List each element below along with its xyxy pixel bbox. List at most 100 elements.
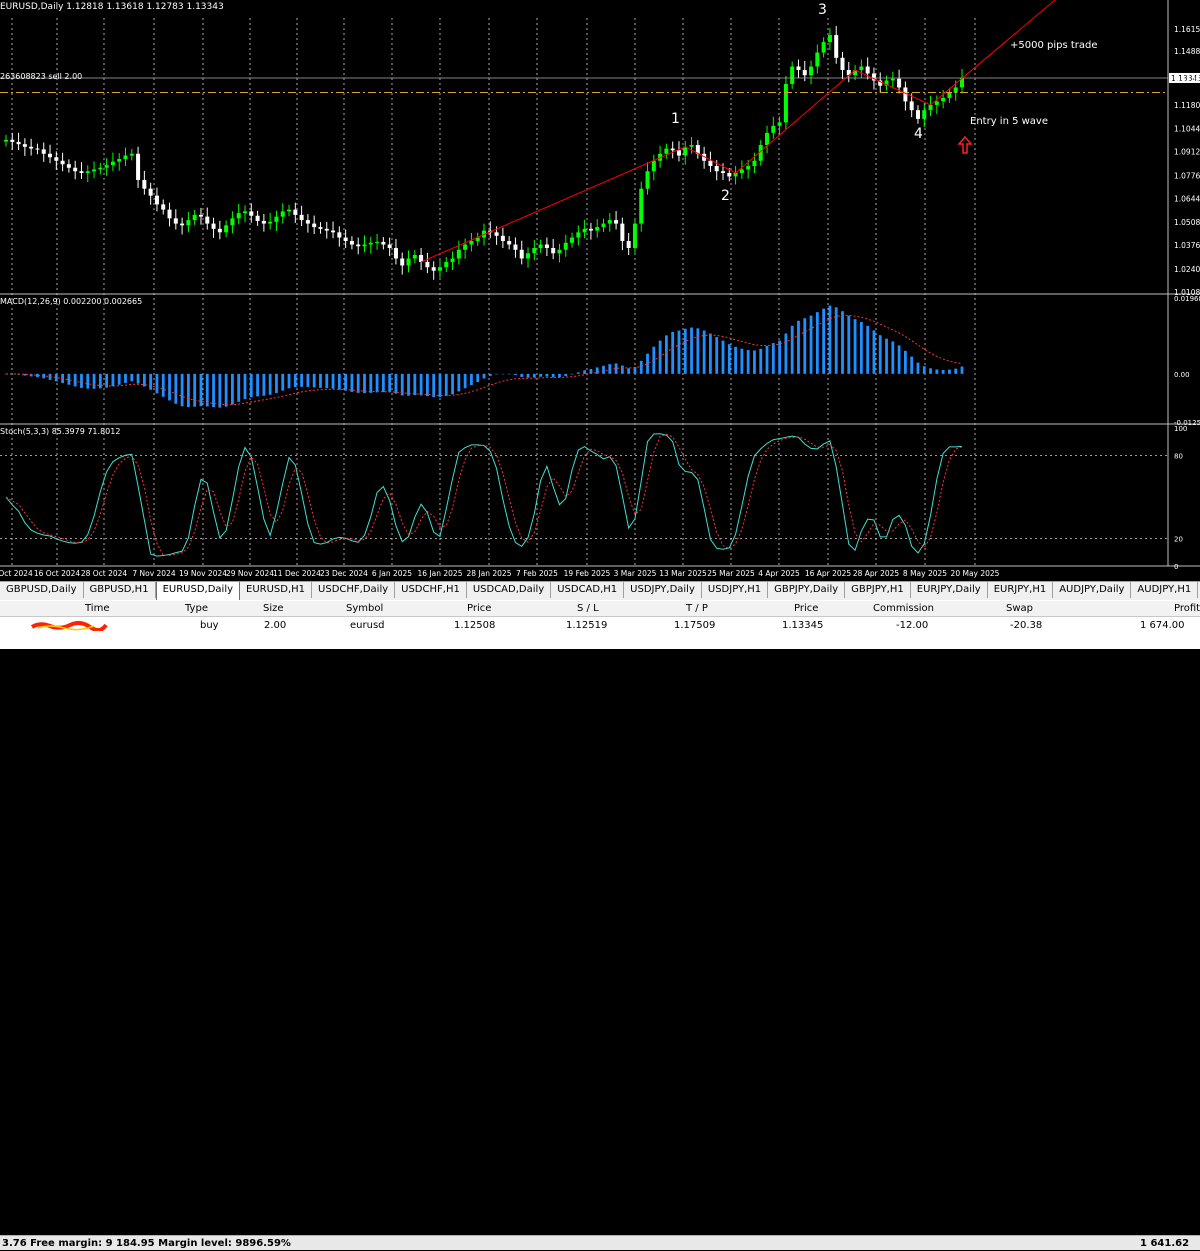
candle-body xyxy=(249,211,254,216)
candle-body xyxy=(123,155,128,160)
chart-tab-gbpjpy-h1[interactable]: GBPJPY,H1 xyxy=(845,582,911,598)
macd-bar xyxy=(526,373,530,378)
macd-bar xyxy=(771,343,775,374)
chart-tab-usdchf-h1[interactable]: USDCHF,H1 xyxy=(395,582,467,598)
macd-bar xyxy=(86,373,90,389)
macd-bar xyxy=(319,373,322,388)
macd-bar xyxy=(193,373,197,407)
candle-body xyxy=(35,148,40,150)
col-sl[interactable]: S / L xyxy=(577,601,599,616)
chart-tab-eurjpy-h1[interactable]: EURJPY,H1 xyxy=(988,582,1054,598)
candle-body xyxy=(827,35,832,43)
macd-bar xyxy=(765,345,769,374)
price-chart-canvas[interactable]: 1.13343 4 Oct 202416 Oct 202428 Oct 2024… xyxy=(0,0,1200,580)
candle-body xyxy=(532,248,537,254)
candle-body xyxy=(406,258,411,266)
col-price[interactable]: Price xyxy=(467,601,491,616)
time-tick-label: 28 Apr 2025 xyxy=(853,569,900,578)
macd-bar xyxy=(331,373,335,389)
col-current-price[interactable]: Price xyxy=(794,601,818,616)
candle-body xyxy=(60,160,65,165)
chart-tab-usdjpy-h1[interactable]: USDJPY,H1 xyxy=(702,582,769,598)
macd-bar xyxy=(111,373,115,387)
sell-order-label: 263608823 sell 2.00 xyxy=(0,72,82,81)
chart-tab-gbpusd-h1[interactable]: GBPUSD,H1 xyxy=(84,582,156,598)
macd-bar xyxy=(620,365,624,374)
candle-body xyxy=(670,148,675,151)
entry-annotation: Entry in 5 wave xyxy=(970,116,1048,127)
chart-tab-gbpusd-daily[interactable]: GBPUSD,Daily xyxy=(0,582,84,598)
macd-bar xyxy=(73,373,77,387)
macd-bar xyxy=(935,369,939,374)
macd-bar xyxy=(180,373,184,407)
macd-label: MACD(12,26,9) 0.002200 0.002665 xyxy=(0,297,142,306)
chart-tab-eurusd-h1[interactable]: EURUSD,H1 xyxy=(240,582,313,598)
macd-bar xyxy=(564,373,568,377)
col-tp[interactable]: T / P xyxy=(686,601,708,616)
candle-body xyxy=(582,228,587,233)
candle-body xyxy=(890,78,895,81)
candle-body xyxy=(412,255,417,259)
chart-tab-usdjpy-daily[interactable]: USDJPY,Daily xyxy=(624,582,702,598)
macd-bar xyxy=(853,319,857,374)
macd-bar xyxy=(822,308,826,374)
candle-body xyxy=(576,232,581,238)
macd-bar xyxy=(583,370,587,374)
macd-bar xyxy=(375,373,379,393)
macd-bar xyxy=(759,348,763,374)
macd-bar xyxy=(124,373,127,383)
macd-bar xyxy=(595,367,599,374)
col-size[interactable]: Size xyxy=(263,601,284,616)
macd-bar xyxy=(866,325,870,374)
chart-tab-usdcad-daily[interactable]: USDCAD,Daily xyxy=(467,582,552,598)
macd-bar xyxy=(457,373,461,392)
account-status: 3.76 Free margin: 9 184.95 Margin level:… xyxy=(2,1238,291,1249)
time-tick-label: 11 Dec 2024 xyxy=(273,569,321,578)
col-time[interactable]: Time xyxy=(85,601,109,616)
candle-body xyxy=(450,258,455,262)
macd-bar xyxy=(954,368,958,374)
col-type[interactable]: Type xyxy=(185,601,208,616)
price-tick-label: 1.14880 xyxy=(1174,47,1200,56)
chart-tab-audjpy-h1[interactable]: AUDJPY,H1 xyxy=(1131,582,1199,598)
candle-body xyxy=(721,171,725,173)
candle-body xyxy=(947,92,952,98)
candle-body xyxy=(739,169,744,173)
chart-tab-usdchf-daily[interactable]: USDCHF,Daily xyxy=(312,582,396,598)
macd-bar xyxy=(161,373,165,397)
col-commission[interactable]: Commission xyxy=(873,601,934,616)
chart-tab-audjpy-daily[interactable]: AUDJPY,Daily xyxy=(1053,582,1132,598)
stoch-tick-label: 100 xyxy=(1174,425,1187,433)
chart-tab-eurusd-daily[interactable]: EURUSD,Daily xyxy=(155,582,241,600)
order-stop-loss: 1.12519 xyxy=(566,620,608,631)
candle-body xyxy=(809,66,814,76)
col-profit[interactable]: Profit xyxy=(1174,601,1200,616)
macd-bar xyxy=(753,350,756,374)
candle-body xyxy=(915,110,920,119)
macd-bar xyxy=(149,373,153,390)
chart-tab-usdcad-h1[interactable]: USDCAD,H1 xyxy=(551,582,625,598)
time-tick-label: 7 Feb 2025 xyxy=(516,569,558,578)
candle-body xyxy=(928,104,933,111)
candle-body xyxy=(136,153,141,180)
macd-bar xyxy=(425,373,429,397)
macd-bar xyxy=(520,373,524,377)
macd-bar xyxy=(778,340,782,374)
candle-body xyxy=(324,228,329,231)
candle-body xyxy=(337,232,342,238)
terminal-order-row[interactable]: buy 2.00 eurusd 1.12508 1.12519 1.17509 … xyxy=(0,618,1200,633)
chart-tab-gbpjpy-daily[interactable]: GBPJPY,Daily xyxy=(768,582,846,598)
time-tick-label: 28 Oct 2024 xyxy=(81,569,128,578)
macd-bar xyxy=(281,373,285,391)
macd-bar xyxy=(501,373,505,375)
col-symbol[interactable]: Symbol xyxy=(346,601,383,616)
candle-body xyxy=(331,230,336,233)
price-tick-label: 1.03760 xyxy=(1174,241,1200,250)
macd-bar xyxy=(514,373,517,375)
chart-tab-eurjpy-daily[interactable]: EURJPY,Daily xyxy=(911,582,988,598)
col-swap[interactable]: Swap xyxy=(1006,601,1033,616)
candle-body xyxy=(664,148,669,154)
macd-bar xyxy=(539,373,543,377)
candle-body xyxy=(180,223,185,226)
macd-bar xyxy=(709,333,712,374)
